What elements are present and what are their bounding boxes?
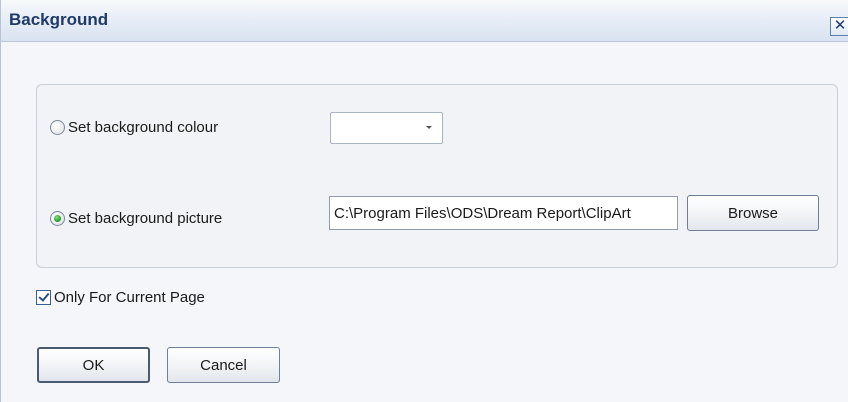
only-current-page-label: Only For Current Page (54, 289, 205, 306)
background-picture-radio-icon[interactable] (50, 211, 65, 226)
background-colour-radio-icon[interactable] (50, 120, 65, 135)
picture-path-input[interactable] (329, 196, 678, 230)
background-colour-option[interactable]: Set background colour (50, 119, 218, 136)
title-bar: Background ✕ (1, 0, 848, 42)
cancel-button[interactable]: Cancel (167, 347, 280, 383)
dialog-title: Background (9, 10, 109, 29)
background-dialog: Background ✕ Set background colour Set b… (0, 0, 848, 402)
background-picture-option[interactable]: Set background picture (50, 210, 222, 227)
chevron-down-icon (426, 126, 432, 129)
background-colour-label: Set background colour (68, 119, 219, 136)
background-colour-dropdown[interactable] (330, 112, 443, 144)
background-picture-label: Set background picture (68, 210, 223, 227)
ok-button[interactable]: OK (37, 347, 150, 383)
checkmark-icon[interactable] (36, 290, 51, 305)
close-button[interactable]: ✕ (830, 17, 848, 36)
browse-button[interactable]: Browse (687, 195, 819, 231)
only-current-page-option[interactable]: Only For Current Page (36, 289, 205, 306)
close-icon: ✕ (833, 17, 847, 34)
